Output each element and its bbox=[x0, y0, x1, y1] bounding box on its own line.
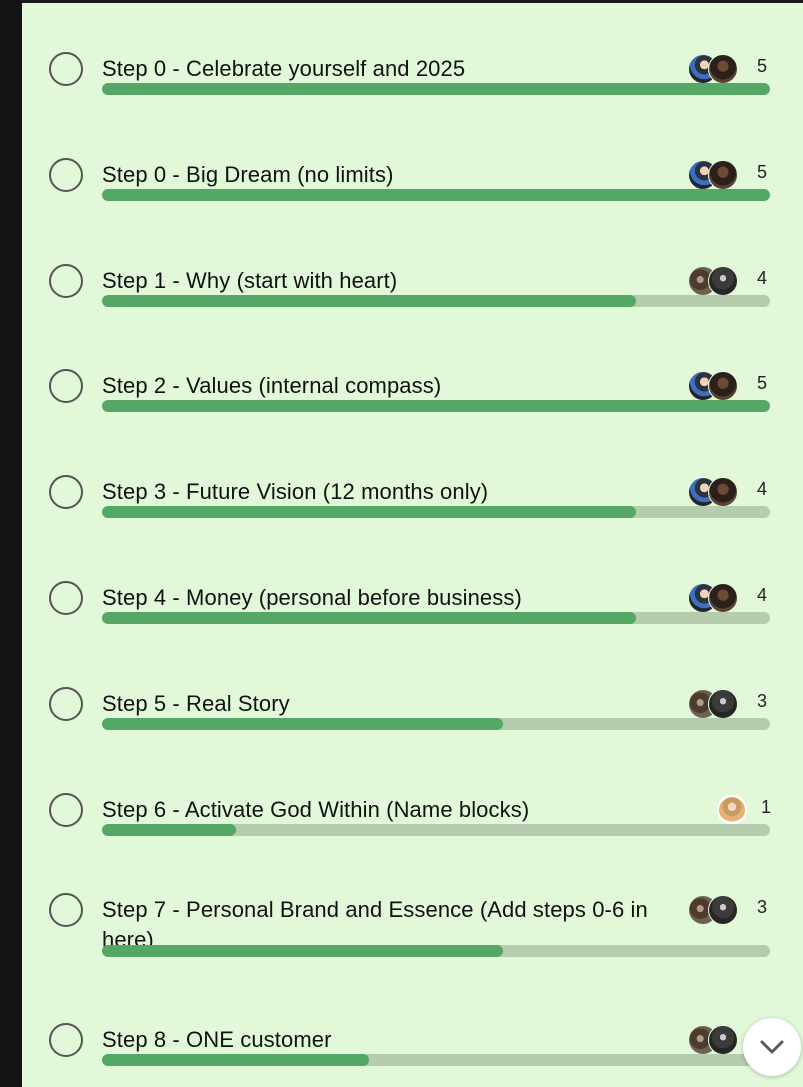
progress-fill bbox=[102, 718, 503, 730]
poll-option-label: Step 2 - Values (internal compass) bbox=[102, 373, 442, 398]
poll-option[interactable]: Step 1 - Why (start with heart) 4 bbox=[22, 248, 803, 348]
poll-option[interactable]: Step 7 - Personal Brand and Essence (Add… bbox=[22, 877, 803, 997]
avatar-dark-portrait bbox=[708, 160, 738, 190]
radio-button[interactable] bbox=[49, 369, 83, 403]
progress-fill bbox=[102, 612, 637, 624]
poll-option[interactable]: Step 8 - ONE customer bbox=[22, 1007, 803, 1087]
avatar-statue bbox=[708, 1025, 738, 1055]
poll-option-label: Step 6 - Activate God Within (Name block… bbox=[102, 797, 530, 822]
progress-bar bbox=[102, 612, 770, 624]
chevron-down-icon bbox=[760, 1040, 784, 1054]
radio-button[interactable] bbox=[49, 687, 83, 721]
radio-button[interactable] bbox=[49, 793, 83, 827]
radio-button[interactable] bbox=[49, 893, 83, 927]
radio-button[interactable] bbox=[49, 581, 83, 615]
voter-avatars[interactable] bbox=[688, 583, 748, 613]
poll-option-label: Step 4 - Money (personal before business… bbox=[102, 585, 522, 610]
vote-count: 4 bbox=[757, 479, 768, 499]
poll-panel: Step 0 - Celebrate yourself and 2025 5 S… bbox=[22, 3, 803, 1087]
avatar-dark-portrait bbox=[708, 54, 738, 84]
poll-option-label: Step 3 - Future Vision (12 months only) bbox=[102, 479, 489, 504]
progress-fill bbox=[102, 189, 770, 201]
progress-bar bbox=[102, 189, 770, 201]
poll-option-label: Step 0 - Celebrate yourself and 2025 bbox=[102, 56, 466, 81]
avatar-dark-portrait bbox=[708, 583, 738, 613]
progress-fill bbox=[102, 295, 637, 307]
radio-button[interactable] bbox=[49, 475, 83, 509]
voter-avatars[interactable] bbox=[688, 371, 748, 401]
progress-fill bbox=[102, 400, 770, 412]
poll-option-label: Step 5 - Real Story bbox=[102, 691, 290, 716]
scroll-down-button[interactable] bbox=[743, 1018, 801, 1076]
progress-bar bbox=[102, 506, 770, 518]
vote-count: 5 bbox=[757, 56, 768, 76]
poll-option[interactable]: Step 2 - Values (internal compass) 5 bbox=[22, 353, 803, 453]
window-edge bbox=[0, 0, 22, 1087]
poll-option[interactable]: Step 3 - Future Vision (12 months only) … bbox=[22, 459, 803, 559]
avatar-statue bbox=[708, 895, 738, 925]
vote-count: 5 bbox=[757, 373, 768, 393]
avatar-statue bbox=[708, 266, 738, 296]
voter-avatars[interactable] bbox=[688, 895, 748, 925]
poll-option-label: Step 8 - ONE customer bbox=[102, 1027, 332, 1052]
poll-option[interactable]: Step 6 - Activate God Within (Name block… bbox=[22, 777, 803, 877]
avatar-statue bbox=[708, 689, 738, 719]
progress-fill bbox=[102, 83, 770, 95]
poll-option-label: Step 0 - Big Dream (no limits) bbox=[102, 162, 394, 187]
vote-count: 4 bbox=[757, 268, 768, 288]
poll-option[interactable]: Step 4 - Money (personal before business… bbox=[22, 565, 803, 665]
voter-avatars[interactable] bbox=[688, 266, 748, 296]
progress-bar bbox=[102, 718, 770, 730]
vote-count: 1 bbox=[761, 797, 772, 817]
avatar-dark-portrait bbox=[708, 371, 738, 401]
vote-count: 3 bbox=[757, 897, 768, 917]
radio-button[interactable] bbox=[49, 158, 83, 192]
voter-avatars[interactable] bbox=[688, 160, 748, 190]
poll-option[interactable]: Step 0 - Big Dream (no limits) 5 bbox=[22, 142, 803, 242]
progress-bar bbox=[102, 945, 770, 957]
progress-fill bbox=[102, 945, 503, 957]
progress-bar bbox=[102, 1054, 770, 1066]
avatar-blonde-woman bbox=[717, 795, 747, 825]
radio-button[interactable] bbox=[49, 264, 83, 298]
progress-fill bbox=[102, 1054, 370, 1066]
voter-avatars[interactable] bbox=[688, 54, 748, 84]
vote-count: 5 bbox=[757, 162, 768, 182]
progress-bar bbox=[102, 295, 770, 307]
poll-option[interactable]: Step 0 - Celebrate yourself and 2025 5 bbox=[22, 36, 803, 136]
progress-fill bbox=[102, 824, 236, 836]
progress-bar bbox=[102, 83, 770, 95]
vote-count: 4 bbox=[757, 585, 768, 605]
progress-fill bbox=[102, 506, 637, 518]
voter-avatars[interactable] bbox=[688, 477, 748, 507]
vote-count: 3 bbox=[757, 691, 768, 711]
avatar-dark-portrait bbox=[708, 477, 738, 507]
progress-bar bbox=[102, 824, 770, 836]
voter-avatars[interactable] bbox=[688, 1025, 748, 1055]
radio-button[interactable] bbox=[49, 1023, 83, 1057]
poll-option[interactable]: Step 5 - Real Story 3 bbox=[22, 671, 803, 771]
progress-bar bbox=[102, 400, 770, 412]
radio-button[interactable] bbox=[49, 52, 83, 86]
poll-option-label: Step 1 - Why (start with heart) bbox=[102, 268, 398, 293]
voter-avatars[interactable] bbox=[688, 689, 748, 719]
